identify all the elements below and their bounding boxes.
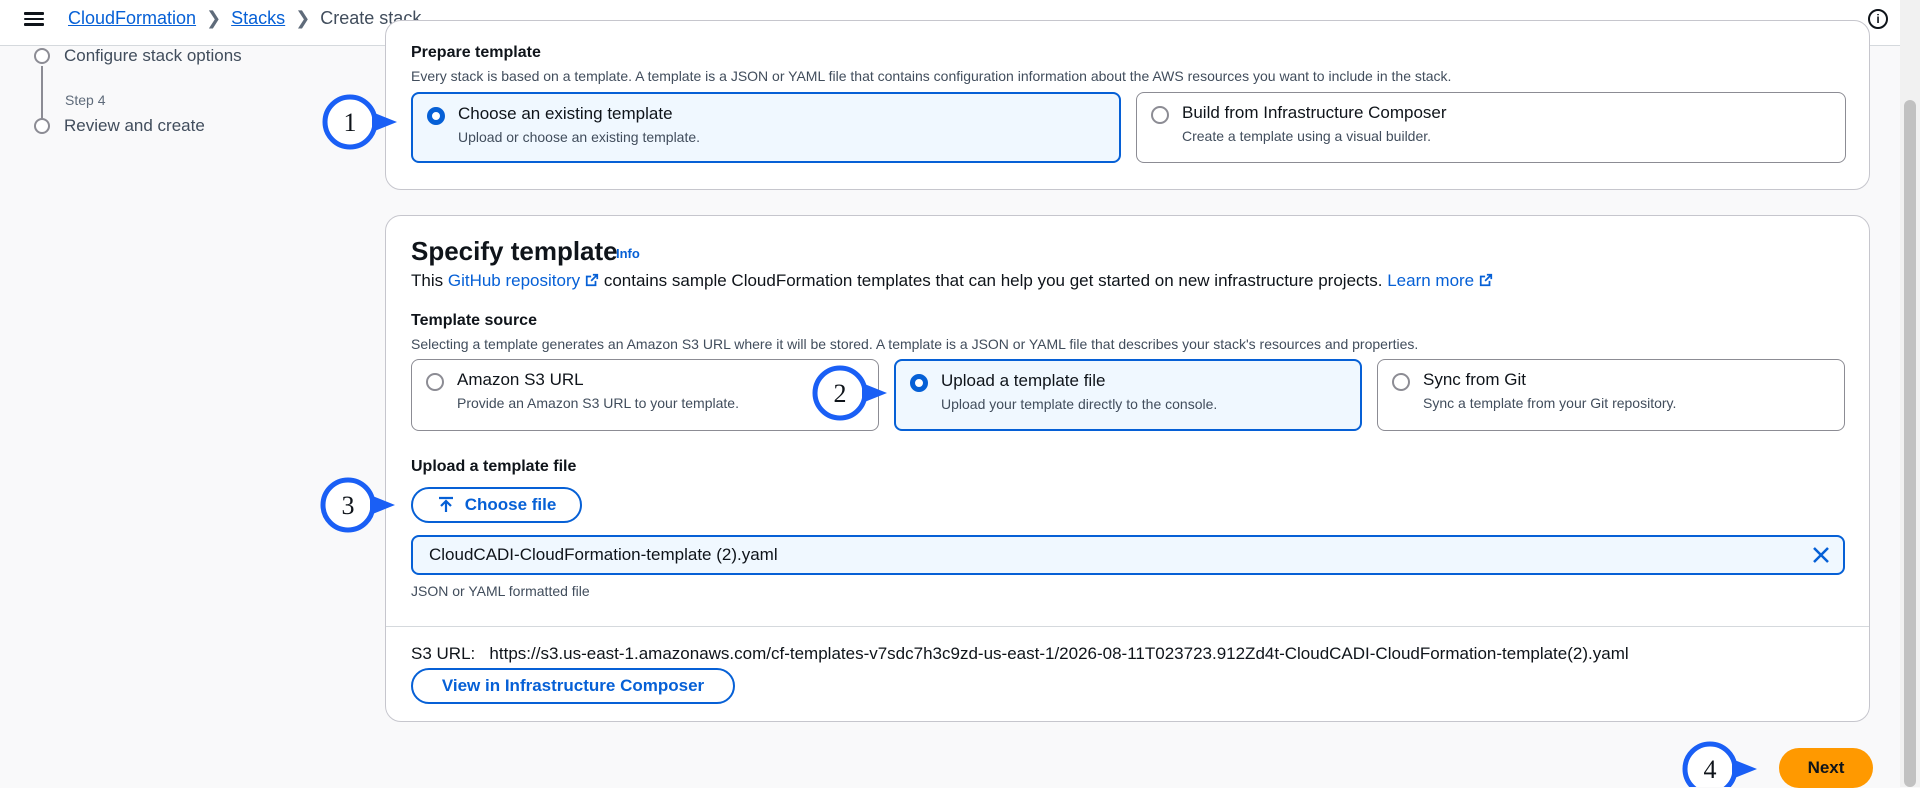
chevron-right-icon: ❯ (206, 8, 222, 28)
prepare-template-description: Every stack is based on a template. A te… (411, 68, 1452, 84)
menu-icon[interactable] (24, 9, 44, 29)
breadcrumb-cloudformation[interactable]: CloudFormation (68, 8, 196, 29)
radio-unselected[interactable] (1392, 373, 1410, 391)
template-source-description: Selecting a template generates an Amazon… (411, 336, 1419, 352)
info-icon[interactable]: i (1868, 9, 1888, 29)
callout-marker-2: 2 (812, 365, 887, 421)
breadcrumb-stacks[interactable]: Stacks (231, 8, 285, 29)
callout-number: 1 (344, 108, 357, 137)
option-build-from-composer[interactable]: Build from Infrastructure Composer Creat… (1136, 92, 1846, 163)
radio-unselected[interactable] (1151, 106, 1169, 124)
source-sync-from-git[interactable]: Sync from Git Sync a template from your … (1377, 359, 1845, 431)
source-amazon-s3-url[interactable]: Amazon S3 URL Provide an Amazon S3 URL t… (411, 359, 879, 431)
upload-icon (438, 496, 453, 512)
callout-marker-1: 1 (322, 94, 397, 150)
view-in-composer-label: View in Infrastructure Composer (441, 676, 705, 695)
close-icon[interactable] (1811, 545, 1831, 565)
specify-template-intro: This GitHub repository contains sample C… (411, 271, 1493, 291)
selected-file-field[interactable]: CloudCADI-CloudFormation-template (2).ya… (411, 535, 1845, 575)
intro-text: This (411, 271, 448, 290)
source-description: Sync a template from your Git repository… (1423, 395, 1677, 411)
option-title: Choose an existing template (458, 104, 673, 123)
chevron-right-icon: ❯ (295, 8, 311, 28)
step-review-label: Review and create (64, 116, 205, 135)
scrollbar-thumb[interactable] (1904, 100, 1916, 787)
s3-url-label: S3 URL: (411, 644, 476, 663)
callout-number: 3 (342, 491, 355, 520)
option-choose-existing-template[interactable]: Choose an existing template Upload or ch… (411, 92, 1121, 163)
radio-selected[interactable] (427, 107, 445, 125)
step-4-label: Step 4 (65, 92, 106, 108)
callout-number: 2 (834, 379, 847, 408)
source-description: Upload your template directly to the con… (941, 396, 1218, 412)
source-title: Upload a template file (941, 371, 1106, 390)
s3-url-row: S3 URL: https://s3.us-east-1.amazonaws.c… (411, 644, 1629, 664)
learn-more-link[interactable]: Learn more (1387, 271, 1493, 290)
step-dot (34, 48, 50, 64)
selected-file-name: CloudCADI-CloudFormation-template (2).ya… (429, 545, 778, 564)
option-description: Upload or choose an existing template. (458, 129, 701, 145)
s3-url-value: https://s3.us-east-1.amazonaws.com/cf-te… (489, 644, 1629, 663)
view-in-composer-button[interactable]: View in Infrastructure Composer (411, 668, 735, 704)
learn-more-text: Learn more (1387, 271, 1475, 290)
source-description: Provide an Amazon S3 URL to your templat… (457, 395, 739, 411)
upload-template-label: Upload a template file (411, 458, 577, 475)
step-configure-label: Configure stack options (64, 46, 242, 65)
step-dot (34, 118, 50, 134)
option-description: Create a template using a visual builder… (1182, 128, 1432, 144)
source-upload-template-file[interactable]: Upload a template file Upload your templ… (894, 359, 1362, 431)
radio-unselected[interactable] (426, 373, 444, 391)
external-link-icon (1480, 273, 1493, 287)
file-format-hint: JSON or YAML formatted file (411, 583, 590, 599)
page-scrollbar[interactable] (1900, 0, 1920, 787)
callout-marker-3: 3 (320, 477, 395, 533)
info-link[interactable]: Info (616, 246, 640, 261)
source-title: Sync from Git (1423, 370, 1526, 389)
specify-template-heading: Specify template (411, 236, 618, 266)
option-title: Build from Infrastructure Composer (1182, 103, 1447, 122)
prepare-template-label: Prepare template (411, 44, 541, 61)
github-repository-link[interactable]: GitHub repository (448, 271, 599, 290)
github-link-text: GitHub repository (447, 271, 581, 290)
next-button[interactable]: Next (1779, 748, 1873, 788)
source-title: Amazon S3 URL (457, 370, 584, 389)
radio-selected[interactable] (910, 374, 928, 392)
external-link-icon (586, 273, 599, 287)
section-divider (386, 626, 1869, 627)
intro-text: contains sample CloudFormation templates… (599, 271, 1388, 290)
choose-file-button[interactable]: Choose file (411, 487, 582, 523)
choose-file-label: Choose file (464, 495, 557, 514)
callout-marker-4: 4 (1682, 741, 1757, 787)
breadcrumb: CloudFormation ❯ Stacks ❯ Create stack (68, 8, 421, 29)
step-configure[interactable]: Configure stack options (34, 46, 242, 66)
template-source-label: Template source (411, 312, 537, 329)
callout-number: 4 (1704, 755, 1717, 784)
step-review[interactable]: Review and create (34, 116, 205, 136)
